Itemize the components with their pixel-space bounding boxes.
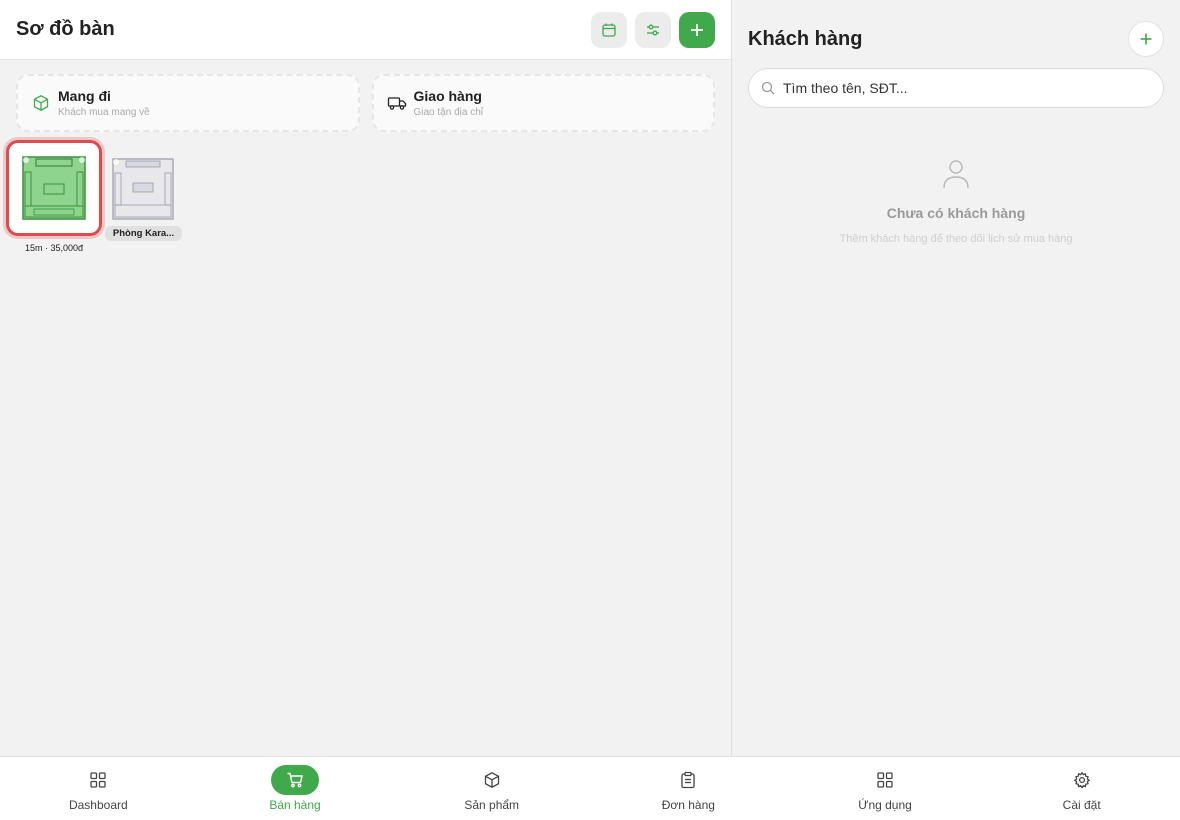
service-options: Mang đi Khách mua mang về Giao hàng Giao… (0, 60, 731, 132)
plus-icon (691, 23, 703, 36)
sliders-icon (647, 24, 659, 35)
empty-subtitle: Thêm khách hàng để theo dõi lịch sử mua … (839, 233, 1073, 245)
nav-label: Dashboard (68, 798, 128, 812)
customer-search-input[interactable] (783, 80, 1151, 96)
table-1-label: 15m · 35,000đ (24, 243, 84, 253)
nav-label: Bán hàng (269, 798, 321, 812)
cart-icon (271, 765, 319, 795)
clipboard-icon (664, 765, 712, 795)
grid-icon (74, 765, 122, 795)
bottom-nav: Dashboard Bán hàng Sản phẩm Đơn hàng Ứng… (0, 756, 1180, 820)
add-table-button[interactable] (679, 11, 715, 48)
takeaway-title: Mang đi (58, 88, 111, 104)
gear-icon (1058, 765, 1106, 795)
customer-title: Khách hàng (748, 27, 863, 50)
table-card-2[interactable] (112, 158, 174, 225)
nav-sales[interactable]: Bán hàng (197, 757, 394, 820)
nav-label: Ứng dụng (858, 798, 912, 812)
user-icon (943, 160, 969, 189)
box-icon (30, 92, 52, 114)
nav-orders[interactable]: Đơn hàng (590, 757, 787, 820)
search-icon (761, 81, 775, 95)
delivery-subtitle: Giao tận địa chỉ (413, 107, 484, 118)
nav-settings[interactable]: Cài đặt (983, 757, 1180, 820)
truck-icon (386, 92, 408, 114)
sofa-table-icon (112, 158, 174, 220)
calendar-icon (602, 23, 616, 37)
nav-apps[interactable]: Ứng dụng (787, 757, 984, 820)
table-2-label: Phòng Kara... (105, 226, 182, 241)
table-map-header: Sơ đồ bàn (0, 0, 731, 60)
sofa-table-icon (22, 156, 86, 220)
nav-dashboard[interactable]: Dashboard (0, 757, 197, 820)
nav-label: Sản phẩm (464, 798, 520, 812)
apps-icon (861, 765, 909, 795)
table-card-1[interactable] (6, 140, 102, 236)
takeaway-option[interactable]: Mang đi Khách mua mang về (16, 74, 360, 132)
nav-label: Đơn hàng (661, 798, 715, 812)
table-map-panel: Sơ đồ bàn Mang đi Khách mua mang về Giao… (0, 0, 731, 756)
add-customer-button[interactable] (1128, 21, 1164, 57)
customer-header: Khách hàng (732, 0, 1180, 58)
empty-title: Chưa có khách hàng (886, 205, 1026, 221)
filter-button[interactable] (635, 11, 671, 48)
table-frame-selected (6, 140, 102, 236)
customer-empty-state: Chưa có khách hàng Thêm khách hàng để th… (732, 158, 1180, 245)
nav-products[interactable]: Sản phẩm (393, 757, 590, 820)
delivery-title: Giao hàng (413, 88, 482, 104)
customer-panel: Khách hàng Chưa có khách hàng Thêm khách… (731, 0, 1180, 756)
page-title: Sơ đồ bàn (16, 18, 115, 40)
nav-label: Cài đặt (1062, 798, 1101, 812)
plus-icon (1140, 33, 1152, 45)
customer-search (748, 68, 1164, 108)
box-icon (468, 765, 516, 795)
delivery-option[interactable]: Giao hàng Giao tận địa chỉ (371, 74, 715, 132)
takeaway-subtitle: Khách mua mang về (58, 107, 150, 118)
calendar-button[interactable] (591, 11, 627, 48)
